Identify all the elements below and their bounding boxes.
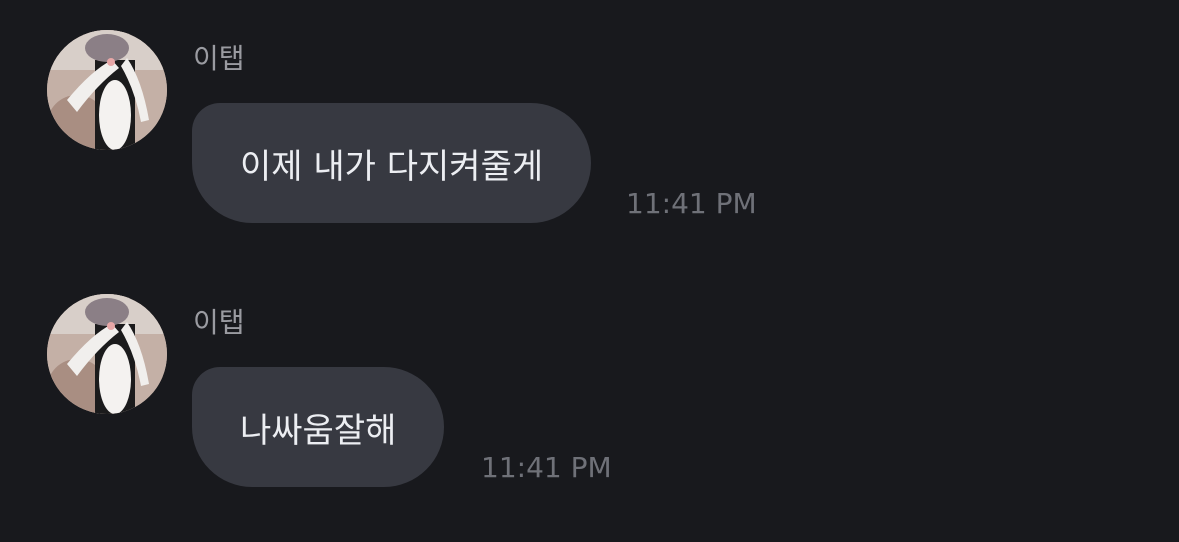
avatar[interactable] — [47, 30, 167, 150]
message-timestamp: 11:41 PM — [481, 451, 612, 484]
message-timestamp: 11:41 PM — [626, 187, 757, 220]
cat-photo-icon — [47, 294, 167, 414]
avatar[interactable] — [47, 294, 167, 414]
sender-name: 이탭 — [193, 42, 245, 75]
sender-name: 이탭 — [193, 306, 245, 339]
chat-thread: 이탭 이제 내가 다지켜줄게 11:41 PM 이탭 나싸움잘해 11:41 P… — [0, 0, 1179, 542]
message-bubble[interactable]: 이제 내가 다지켜줄게 — [192, 103, 592, 223]
message-bubble[interactable]: 나싸움잘해 — [192, 367, 445, 487]
cat-photo-icon — [47, 30, 167, 150]
